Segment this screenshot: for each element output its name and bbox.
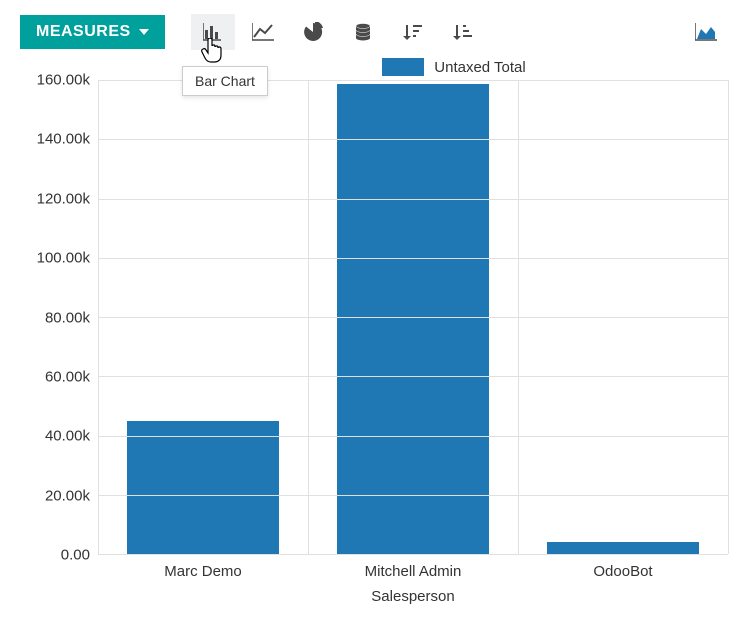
legend-swatch	[382, 58, 424, 76]
pie-chart-button[interactable]	[291, 14, 335, 50]
plot-inner	[98, 80, 728, 555]
y-tick-label: 60.00k	[45, 368, 90, 385]
area-chart-button[interactable]	[684, 14, 728, 50]
legend-label: Untaxed Total	[434, 59, 525, 76]
line-chart-icon	[252, 23, 274, 41]
bar-chart-tooltip: Bar Chart	[182, 66, 268, 96]
x-axis-title: Salesperson	[98, 588, 728, 605]
y-tick-label: 20.00k	[45, 487, 90, 504]
bar-chart-button[interactable]	[191, 14, 235, 50]
gridline-h	[98, 495, 728, 496]
sort-desc-icon	[403, 23, 423, 41]
measures-button-label: MEASURES	[36, 23, 131, 41]
y-tick-label: 40.00k	[45, 428, 90, 445]
y-tick-label: 160.00k	[37, 72, 90, 89]
y-tick-label: 140.00k	[37, 131, 90, 148]
pie-chart-icon	[303, 22, 323, 42]
area-chart-icon	[695, 23, 717, 41]
y-tick-label: 80.00k	[45, 309, 90, 326]
sort-asc-icon	[453, 23, 473, 41]
toolbar: MEASURES	[0, 0, 748, 58]
gridline-h	[98, 317, 728, 318]
gridline-h	[98, 376, 728, 377]
x-axis-labels: Marc DemoMitchell AdminOdooBot	[98, 555, 728, 580]
bar[interactable]	[127, 421, 278, 554]
x-tick-label: Marc Demo	[98, 555, 308, 580]
chart-area: Untaxed Total 0.00 20.00k 40.00k 60.00k 80.0…	[0, 58, 748, 625]
line-chart-button[interactable]	[241, 14, 285, 50]
gridline-h	[98, 139, 728, 140]
sort-asc-button[interactable]	[441, 14, 485, 50]
x-tick-label: Mitchell Admin	[308, 555, 518, 580]
plot: 0.0020.00k40.00k60.00k80.00k100.00k120.0…	[20, 80, 728, 555]
gridline-v	[98, 80, 99, 554]
y-axis: 0.0020.00k40.00k60.00k80.00k100.00k120.0…	[20, 80, 98, 555]
sort-desc-button[interactable]	[391, 14, 435, 50]
bar-chart-icon	[203, 23, 223, 41]
database-icon	[354, 23, 372, 41]
x-tick-label: OdooBot	[518, 555, 728, 580]
caret-down-icon	[139, 29, 149, 35]
y-tick-label: 120.00k	[37, 190, 90, 207]
gridline-v	[308, 80, 309, 554]
gridline-h	[98, 258, 728, 259]
bar[interactable]	[337, 84, 488, 554]
stacked-button[interactable]	[341, 14, 385, 50]
gridline-h	[98, 199, 728, 200]
gridline-h	[98, 436, 728, 437]
gridline-v	[728, 80, 729, 554]
bar[interactable]	[547, 542, 698, 554]
gridline-v	[518, 80, 519, 554]
y-tick-label: 100.00k	[37, 250, 90, 267]
measures-button[interactable]: MEASURES	[20, 15, 165, 49]
gridline-h	[98, 554, 728, 555]
y-tick-label: 0.00	[61, 547, 90, 564]
